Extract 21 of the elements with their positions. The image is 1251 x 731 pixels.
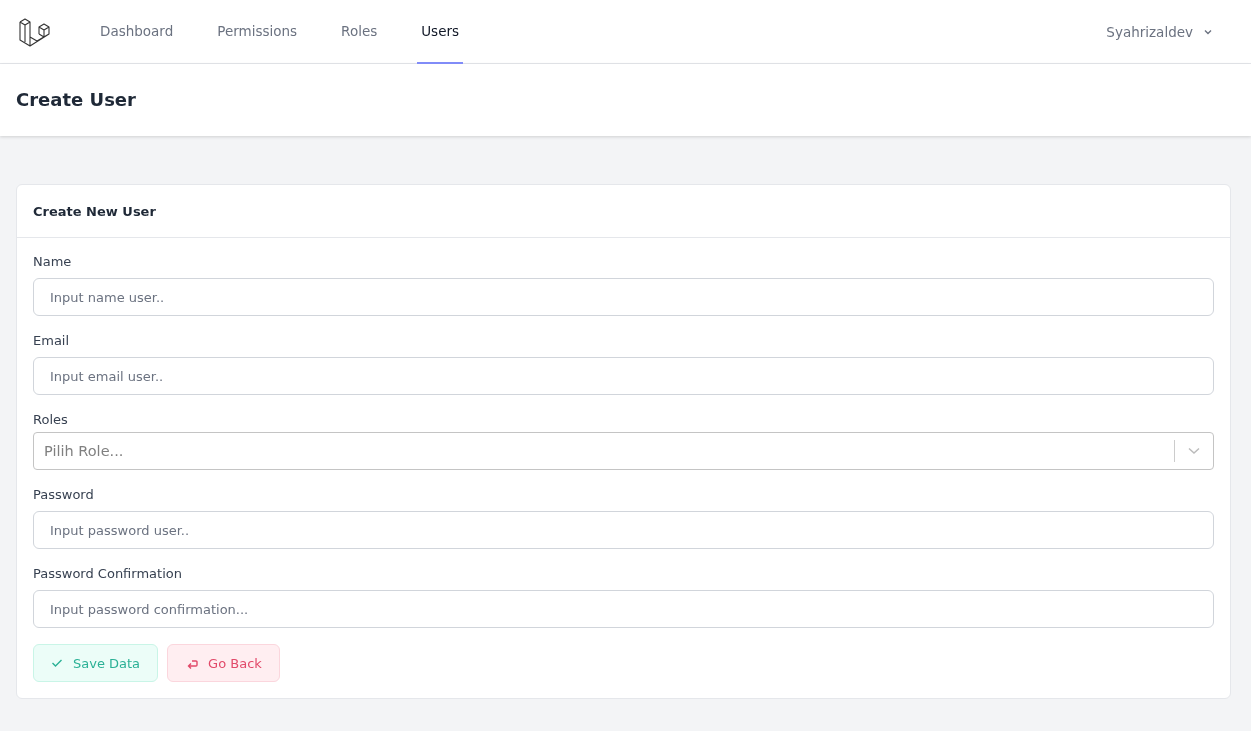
field-label: Name [33, 254, 73, 269]
card-title: Create New User [33, 203, 156, 219]
field-label: Roles [33, 412, 69, 427]
user-menu[interactable]: Syahrizaldev [1100, 0, 1219, 63]
back-button[interactable]: Go Back [167, 644, 280, 682]
nav-tab[interactable]: Dashboard [96, 0, 178, 64]
input-field[interactable]: Input name user.. [33, 278, 1214, 316]
input-field[interactable]: Input password user.. [33, 511, 1214, 549]
field-label: Email [33, 333, 71, 348]
input-field[interactable]: Input password confirmation... [33, 590, 1214, 628]
save-button[interactable]: Save Data [33, 644, 159, 682]
check-icon [51, 658, 63, 668]
page-title: Create User [16, 88, 137, 112]
nav-tab[interactable]: Roles [337, 0, 382, 64]
input-field[interactable]: Input email user.. [33, 357, 1214, 395]
field-label: Password Confirmation [33, 566, 183, 581]
field-label: Password [33, 487, 95, 502]
nav-tab[interactable]: Permissions [213, 0, 302, 64]
chevron-down-icon [1187, 446, 1201, 456]
select-field[interactable]: Pilih Role... [33, 432, 1214, 470]
return-arrow-icon [185, 657, 199, 669]
